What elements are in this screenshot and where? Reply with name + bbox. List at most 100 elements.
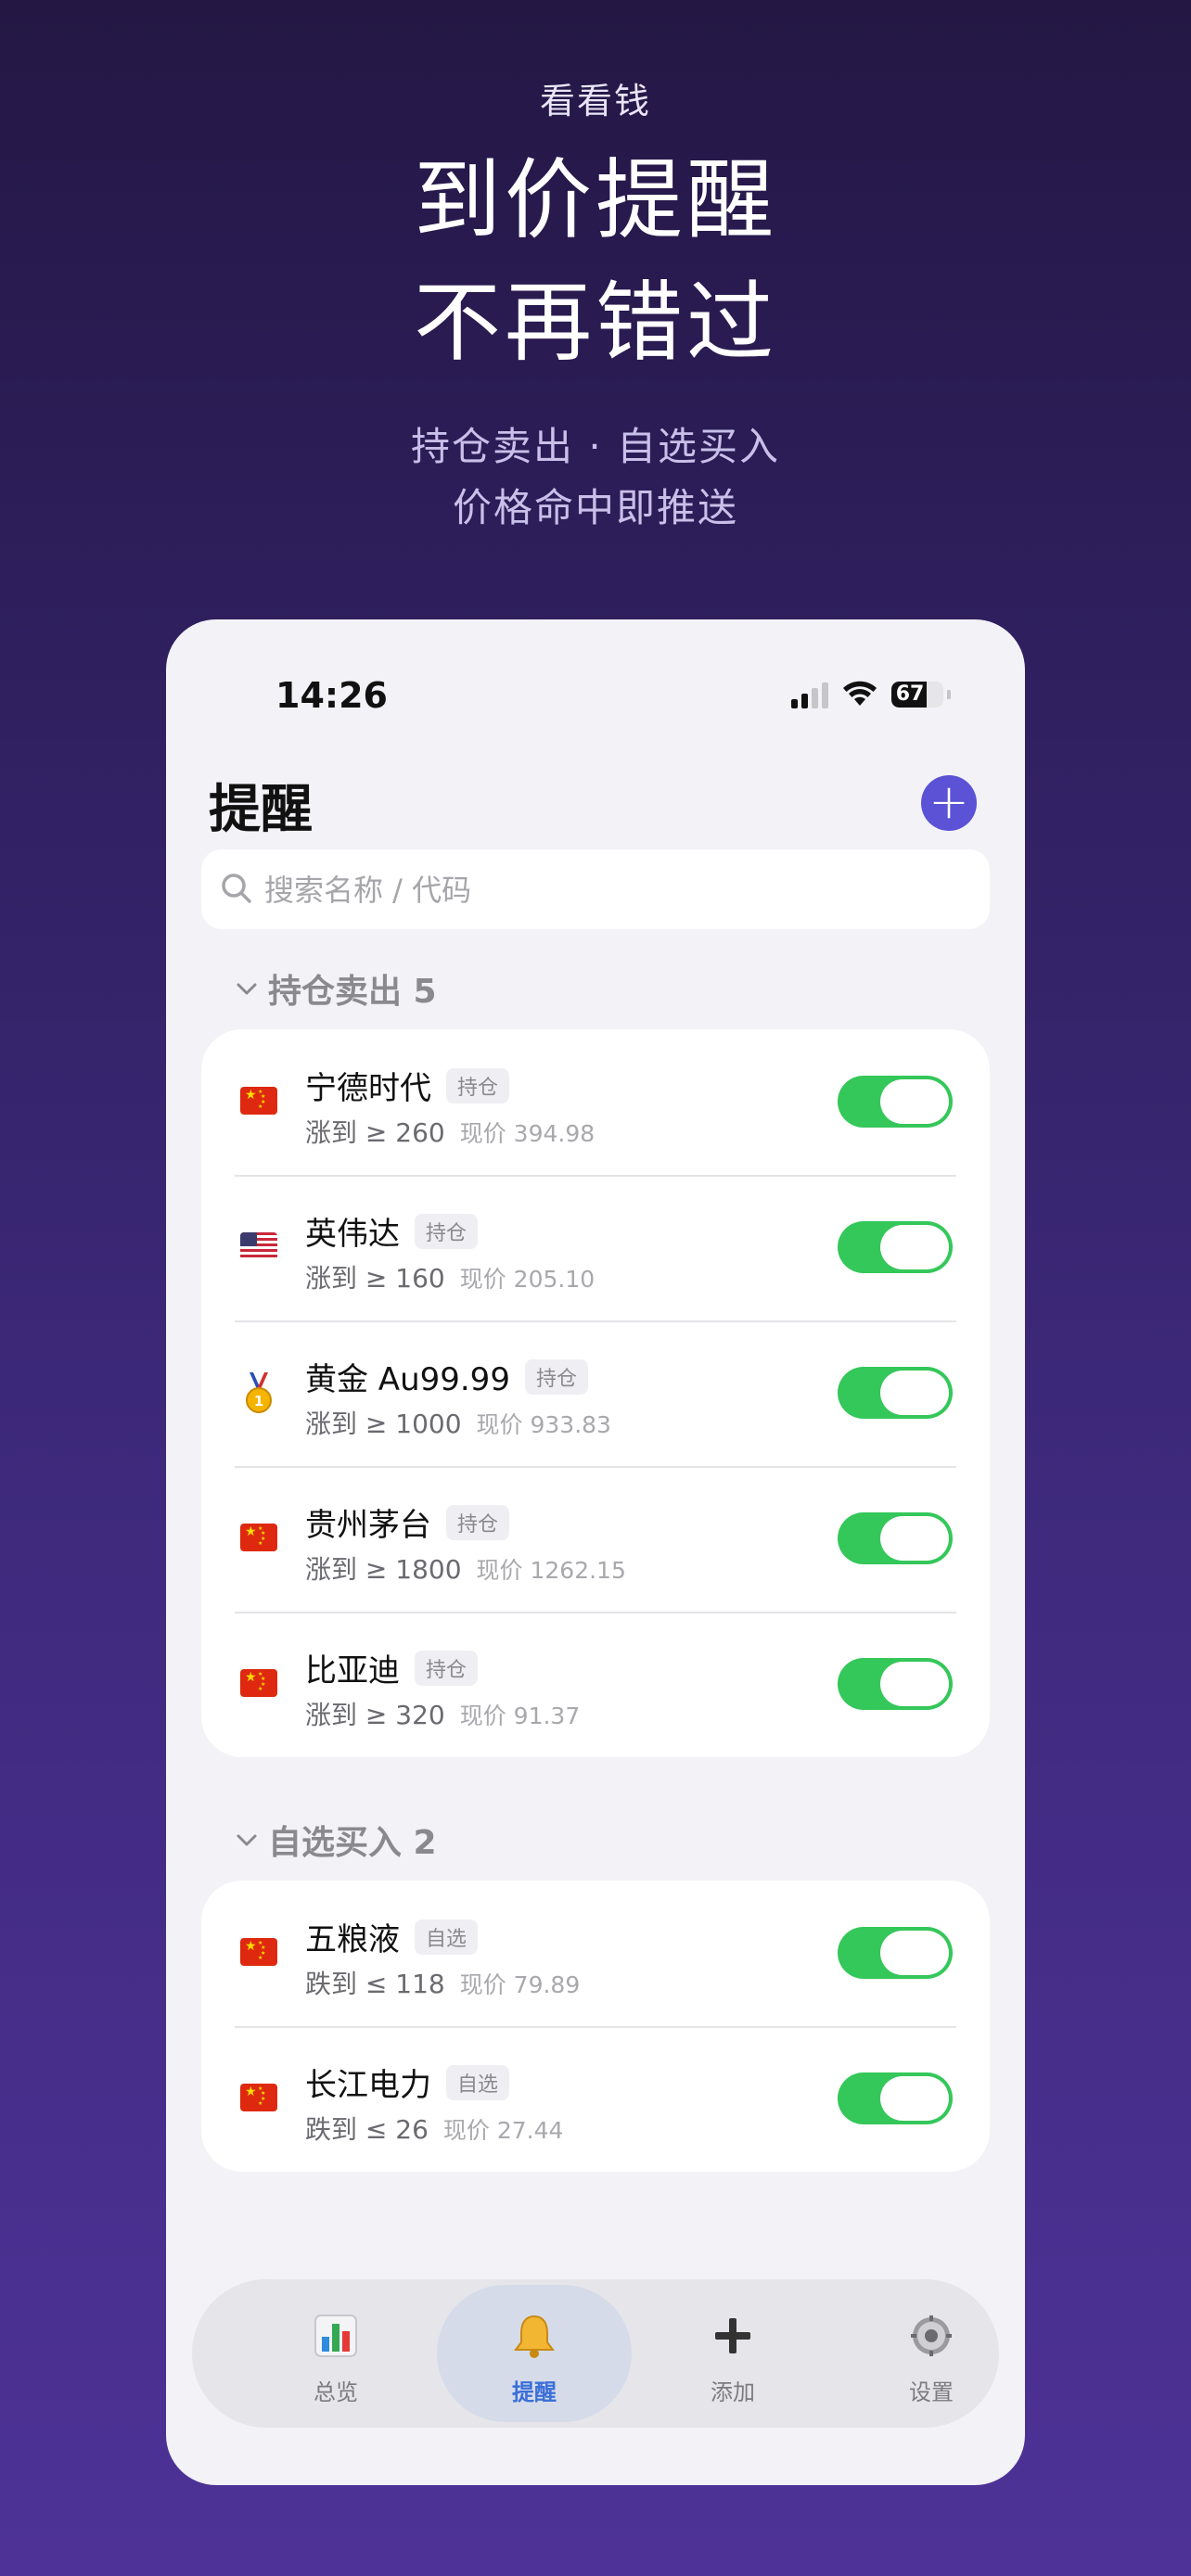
tab-add[interactable]: 添加: [635, 2285, 830, 2422]
section-title: 持仓卖出 5: [268, 973, 437, 1011]
alert-name-line: 宁德时代 持仓: [305, 1063, 510, 1108]
alert-toggle[interactable]: [838, 1221, 953, 1273]
app-name: 看看钱: [539, 81, 651, 121]
alert-name-line: 贵州茅台 持仓: [305, 1499, 510, 1545]
alert-row[interactable]: ★ ★ ★ ★ ★ 贵州茅台 持仓涨到 ≥ 1800 现价 1262.15: [201, 1466, 990, 1612]
alert-toggle[interactable]: [838, 1512, 953, 1564]
alert-condition-line: 涨到 ≥ 160 现价 205.10: [305, 1258, 595, 1295]
signal-icon: [791, 681, 828, 708]
china-flag-icon: ★ ★ ★ ★ ★: [240, 1087, 277, 1115]
watchlist-card: ★ ★ ★ ★ ★ 五粮液 自选 跌到 ≤ 118 现价 79.89 ★ ★ ★ ★ ★ 长江电力 自选 跌到 …: [201, 1881, 990, 2172]
alert-row[interactable]: ★ ★ ★ ★ ★ 五粮液 自选跌到 ≤ 118 现价 79.89: [201, 1881, 990, 2026]
alert-condition-line: 涨到 ≥ 1800 现价 1262.15: [305, 1549, 626, 1587]
chevron-down-icon: [237, 983, 257, 995]
add-alert-button[interactable]: +: [921, 775, 977, 831]
headline-line-2: 不再错过: [413, 273, 777, 374]
asset-tag: 持仓: [415, 1213, 479, 1249]
tab-bar: 总览 提醒 添加 设置: [192, 2279, 999, 2428]
tab-overview[interactable]: 总览: [238, 2285, 433, 2422]
subtitle-line-2: 价格命中即推送: [452, 485, 738, 530]
chevron-down-icon: [237, 1834, 257, 1846]
current-price: 现价 394.98: [459, 1120, 596, 1147]
alert-row[interactable]: 英伟达 持仓涨到 ≥ 160 现价 205.10: [201, 1175, 990, 1320]
alert-condition-line: 跌到 ≤ 26 现价 27.44: [305, 2110, 563, 2147]
alert-name-line: 长江电力 自选: [305, 2060, 510, 2105]
alert-row[interactable]: ★ ★ ★ ★ ★ 宁德时代 持仓 涨到 ≥ 260 现价 394.98: [201, 1029, 990, 1175]
phone-screen: 14:26 67 提醒 + 持仓卖出 5 ★★★★★: [166, 619, 1025, 2485]
alert-row[interactable]: 1 黄金 Au99.99 持仓涨到 ≥ 1000 现价 933.83: [201, 1320, 990, 1466]
alert-name-line: 五粮液 自选: [305, 1914, 479, 1959]
tab-label: 提醒: [512, 2379, 557, 2405]
wifi-icon: [843, 681, 877, 706]
alert-toggle[interactable]: [838, 2072, 953, 2124]
alert-condition-line: 涨到 ≥ 1000 现价 933.83: [305, 1404, 611, 1441]
current-price: 现价 91.37: [459, 1702, 581, 1729]
alert-row[interactable]: ★ ★ ★ ★ ★ 比亚迪 持仓涨到 ≥ 320 现价 91.37: [201, 1612, 990, 1757]
current-price: 现价 933.83: [476, 1411, 611, 1438]
status-icons: 67: [791, 681, 951, 708]
alert-condition: 涨到 ≥ 320: [305, 1700, 445, 1730]
section-header-watchlist[interactable]: 自选买入 2: [235, 1816, 437, 1864]
alert-condition: 跌到 ≤ 118: [305, 1969, 445, 1999]
alert-row[interactable]: ★ ★ ★ ★ ★ 长江电力 自选 跌到 ≤ 26 现价 27.44: [201, 2026, 990, 2172]
alert-name-line: 黄金 Au99.99 持仓: [305, 1354, 588, 1399]
current-price: 现价 27.44: [442, 2117, 564, 2144]
headline-line-1: 到价提醒: [413, 150, 777, 251]
asset-name: 英伟达: [305, 1216, 400, 1253]
tab-alerts[interactable]: 提醒: [437, 2285, 632, 2422]
alert-toggle[interactable]: [838, 1658, 953, 1710]
tab-label: 设置: [909, 2379, 954, 2405]
asset-name: 宁德时代: [305, 1070, 431, 1107]
asset-name: 贵州茅台: [305, 1507, 431, 1544]
asset-tag: 持仓: [446, 1067, 510, 1103]
alert-condition: 跌到 ≤ 26: [305, 2114, 429, 2145]
alert-toggle[interactable]: [838, 1367, 953, 1419]
status-bar: 14:26 67: [166, 671, 1025, 727]
asset-name: 五粮液: [305, 1921, 400, 1958]
current-price: 现价 205.10: [459, 1266, 596, 1293]
alert-condition-line: 涨到 ≥ 320 现价 91.37: [305, 1695, 580, 1732]
alert-condition: 涨到 ≥ 1800: [305, 1554, 462, 1585]
search-bar[interactable]: [201, 849, 990, 931]
alert-toggle[interactable]: [838, 1076, 953, 1128]
section-title: 自选买入 2: [268, 1824, 437, 1862]
gear-icon: [911, 2315, 952, 2356]
asset-name: 长江电力: [305, 2067, 431, 2104]
alert-toggle[interactable]: [838, 1927, 953, 1979]
alert-condition: 涨到 ≥ 260: [305, 1117, 445, 1148]
tab-label: 添加: [711, 2379, 755, 2405]
alert-name-line: 比亚迪 持仓: [305, 1645, 479, 1690]
tab-settings[interactable]: 设置: [834, 2285, 1025, 2422]
current-price: 现价 79.89: [459, 1971, 581, 1998]
alert-condition: 涨到 ≥ 160: [305, 1263, 445, 1294]
asset-tag: 持仓: [524, 1358, 588, 1395]
asset-tag: 持仓: [415, 1650, 479, 1686]
plus-icon: +: [928, 774, 969, 830]
asset-tag: 自选: [446, 2064, 510, 2100]
status-time: 14:26: [275, 675, 388, 716]
holdings-card: ★ ★ ★ ★ ★ 宁德时代 持仓 涨到 ≥ 260 现价 394.98 英伟达 持仓 涨到 ≥ 16…: [201, 1029, 990, 1757]
section-header-holdings[interactable]: 持仓卖出 5: [235, 964, 437, 1013]
alert-condition: 涨到 ≥ 1000: [305, 1409, 462, 1439]
page-title: 提醒: [209, 780, 313, 840]
asset-tag: 持仓: [446, 1504, 510, 1540]
asset-name: 黄金 Au99.99: [305, 1361, 510, 1398]
battery-icon: 67: [891, 682, 943, 708]
asset-tag: 自选: [415, 1919, 479, 1955]
alert-condition-line: 跌到 ≤ 118 现价 79.89: [305, 1964, 580, 2001]
china-flag-icon: ★ ★ ★ ★ ★: [240, 1524, 277, 1551]
gold-medal-icon: 1: [246, 1372, 272, 1413]
china-flag-icon: ★ ★ ★ ★ ★: [240, 1938, 277, 1966]
tab-label: 总览: [314, 2379, 358, 2405]
alert-condition-line: 涨到 ≥ 260 现价 394.98: [305, 1113, 595, 1150]
alert-name-line: 英伟达 持仓: [305, 1208, 479, 1254]
china-flag-icon: ★ ★ ★ ★ ★: [240, 1669, 277, 1697]
bell-icon: [514, 2315, 555, 2358]
current-price: 现价 1262.15: [476, 1557, 626, 1584]
battery-percent: 67: [895, 682, 925, 706]
asset-name: 比亚迪: [305, 1652, 400, 1690]
search-input[interactable]: [263, 849, 971, 931]
china-flag-icon: ★ ★ ★ ★ ★: [240, 2084, 277, 2111]
subtitle-line-1: 持仓卖出 · 自选买入: [410, 424, 781, 469]
plus-icon: [715, 2318, 750, 2353]
